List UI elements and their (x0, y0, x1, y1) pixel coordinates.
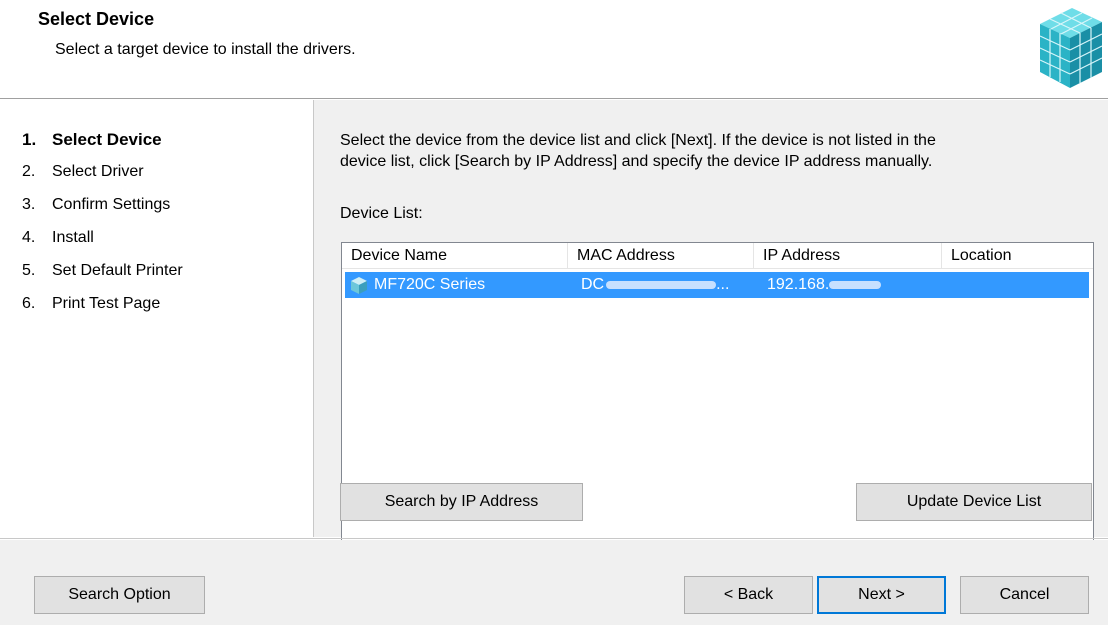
cell-mac-address: DC... (581, 276, 730, 293)
cancel-button[interactable]: Cancel (960, 576, 1089, 614)
page-title: Select Device (38, 9, 155, 29)
instructions-line-1: Select the device from the device list a… (340, 132, 936, 149)
column-header-mac-address[interactable]: MAC Address (568, 243, 754, 268)
steps-sidebar: 1. Select Device 2. Select Driver 3. Confir… (0, 100, 314, 537)
step-print-test-page: 6. Print Test Page (22, 295, 161, 312)
main-panel: Select the device from the device list a… (314, 100, 1108, 565)
search-option-button[interactable]: Search Option (34, 576, 205, 614)
printer-device-icon (351, 277, 367, 294)
back-button[interactable]: < Back (684, 576, 813, 614)
next-button[interactable]: Next > (817, 576, 946, 614)
update-device-list-button[interactable]: Update Device List (856, 483, 1092, 521)
step-confirm-settings: 3. Confirm Settings (22, 196, 171, 213)
device-list-header: Device Name MAC Address IP Address Locat… (342, 243, 1093, 269)
wizard-footer: Search Option < Back Next > Cancel (0, 540, 1108, 625)
cell-ip-address: 192.168. (767, 272, 882, 298)
page-subtitle: Select a target device to install the dr… (55, 41, 356, 58)
cell-device-name: MF720C Series (374, 276, 486, 293)
footer-divider (0, 538, 1108, 539)
column-header-device-name[interactable]: Device Name (342, 243, 568, 268)
step-select-driver: 2. Select Driver (22, 163, 144, 180)
instructions-text: Select the device from the device list a… (340, 130, 1100, 172)
column-header-location[interactable]: Location (942, 243, 1093, 268)
cube-logo-icon (1039, 8, 1103, 88)
step-set-default-printer: 5. Set Default Printer (22, 262, 183, 279)
column-header-ip-address[interactable]: IP Address (754, 243, 942, 268)
instructions-line-2: device list, click [Search by IP Address… (340, 153, 933, 170)
device-list-label: Device List: (340, 205, 423, 222)
search-by-ip-button[interactable]: Search by IP Address (340, 483, 583, 521)
step-install: 4. Install (22, 229, 94, 246)
wizard-header: Select Device Select a target device to … (0, 0, 1108, 98)
step-select-device: 1. Select Device (22, 130, 162, 149)
device-row[interactable]: MF720C Series DC... 192.168. (345, 272, 1089, 298)
